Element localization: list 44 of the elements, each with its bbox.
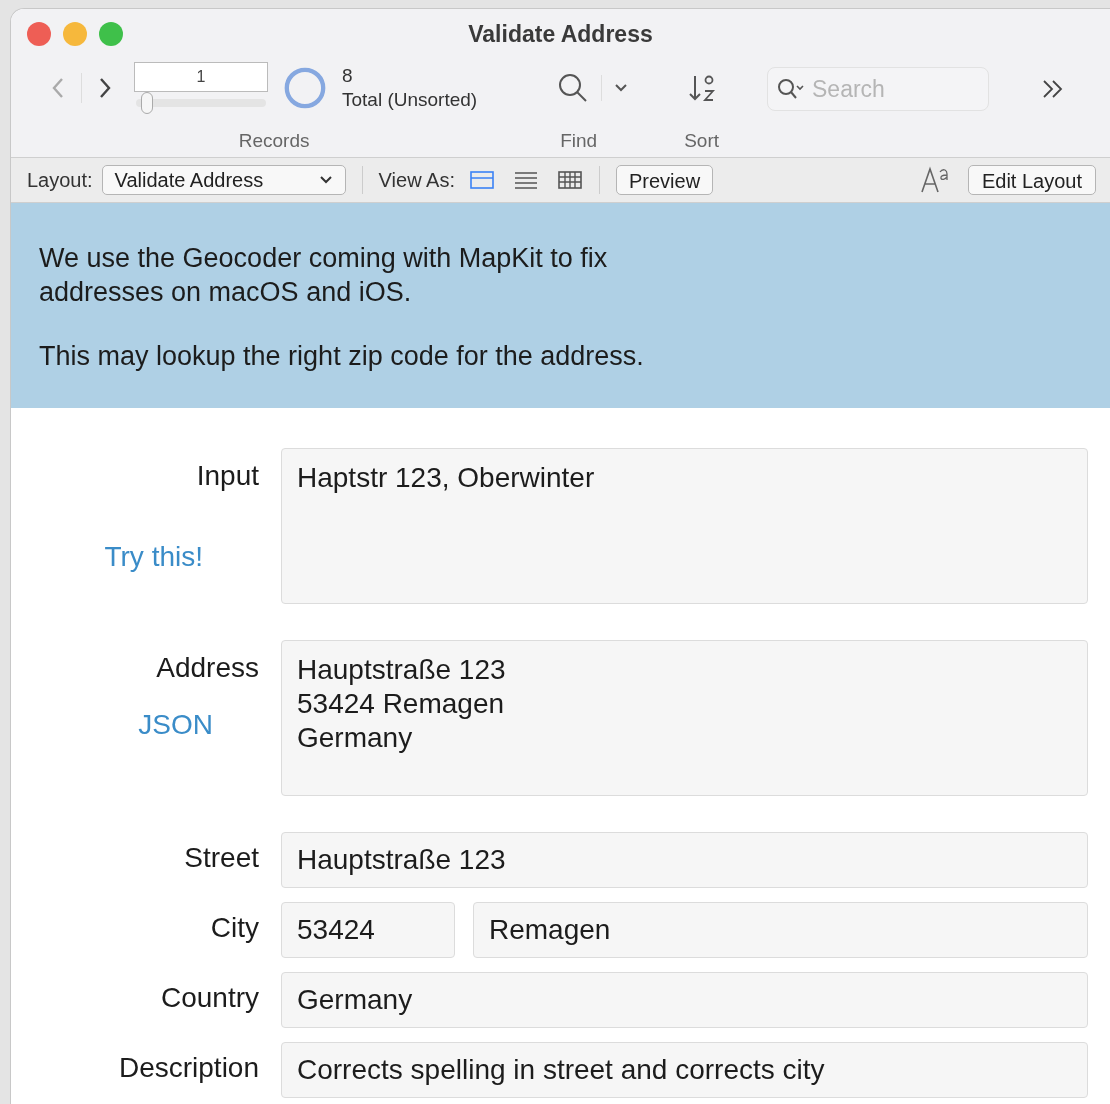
record-count: 8	[342, 64, 354, 88]
text-field[interactable]: Hauptstraße 123 53424 Remagen Germany	[281, 640, 1088, 796]
find-label: Find	[560, 129, 598, 153]
field-label: Input	[196, 460, 259, 492]
sort-label: Sort	[684, 129, 720, 153]
field-label: Street	[184, 842, 259, 874]
record-total: Total (Unsorted)	[342, 88, 478, 112]
layout-dropdown[interactable]: Validate Address	[101, 165, 346, 195]
text-field[interactable]: 53424	[281, 902, 455, 958]
banner-text: We use the Geocoder coming with MapKit to fix addresses on macOS and iOS.	[39, 242, 609, 309]
text-field[interactable]: Corrects spelling in street and corrects city	[281, 1042, 1088, 1098]
form-view-icon[interactable]	[468, 169, 495, 191]
list-view-icon[interactable]	[512, 169, 539, 191]
view-as-label: View As:	[378, 168, 455, 193]
text-size-icon[interactable]	[919, 166, 950, 194]
close-button[interactable]	[27, 22, 51, 46]
field-label: City	[210, 912, 259, 944]
search-icon	[776, 77, 807, 101]
text-field[interactable]: Hauptstraße 123	[281, 832, 1088, 888]
slider-thumb[interactable]	[141, 92, 154, 114]
zoom-button[interactable]	[99, 22, 123, 46]
text-field[interactable]: Germany	[281, 972, 1088, 1028]
table-view-icon[interactable]	[556, 169, 583, 191]
sort-icon[interactable]	[687, 73, 716, 103]
layout-label: Layout:	[27, 168, 93, 193]
preview-button[interactable]: Preview	[615, 165, 714, 195]
banner-text: This may lookup the right zip code for the address.	[39, 340, 645, 373]
forward-icon[interactable]	[98, 76, 112, 100]
text-field[interactable]: Haptstr 123, Oberwinter	[281, 448, 1088, 604]
record-number-field[interactable]: 1	[134, 62, 268, 92]
edit-layout-button[interactable]: Edit Layout	[967, 165, 1096, 195]
chevron-down-icon	[318, 175, 333, 185]
text-field[interactable]: Remagen	[473, 902, 1088, 958]
window-title: Validate Address	[468, 19, 653, 49]
field-link[interactable]: Try this!	[104, 536, 203, 578]
field-label: Country	[160, 982, 259, 1014]
record-slider[interactable]	[136, 92, 266, 114]
field-label: Description	[118, 1052, 259, 1084]
field-label: Address	[156, 652, 259, 684]
progress-ring-icon	[282, 65, 328, 111]
chevron-down-icon[interactable]	[614, 83, 629, 93]
field-link[interactable]: JSON	[138, 704, 213, 746]
records-label: Records	[238, 129, 310, 153]
back-icon[interactable]	[51, 76, 65, 100]
